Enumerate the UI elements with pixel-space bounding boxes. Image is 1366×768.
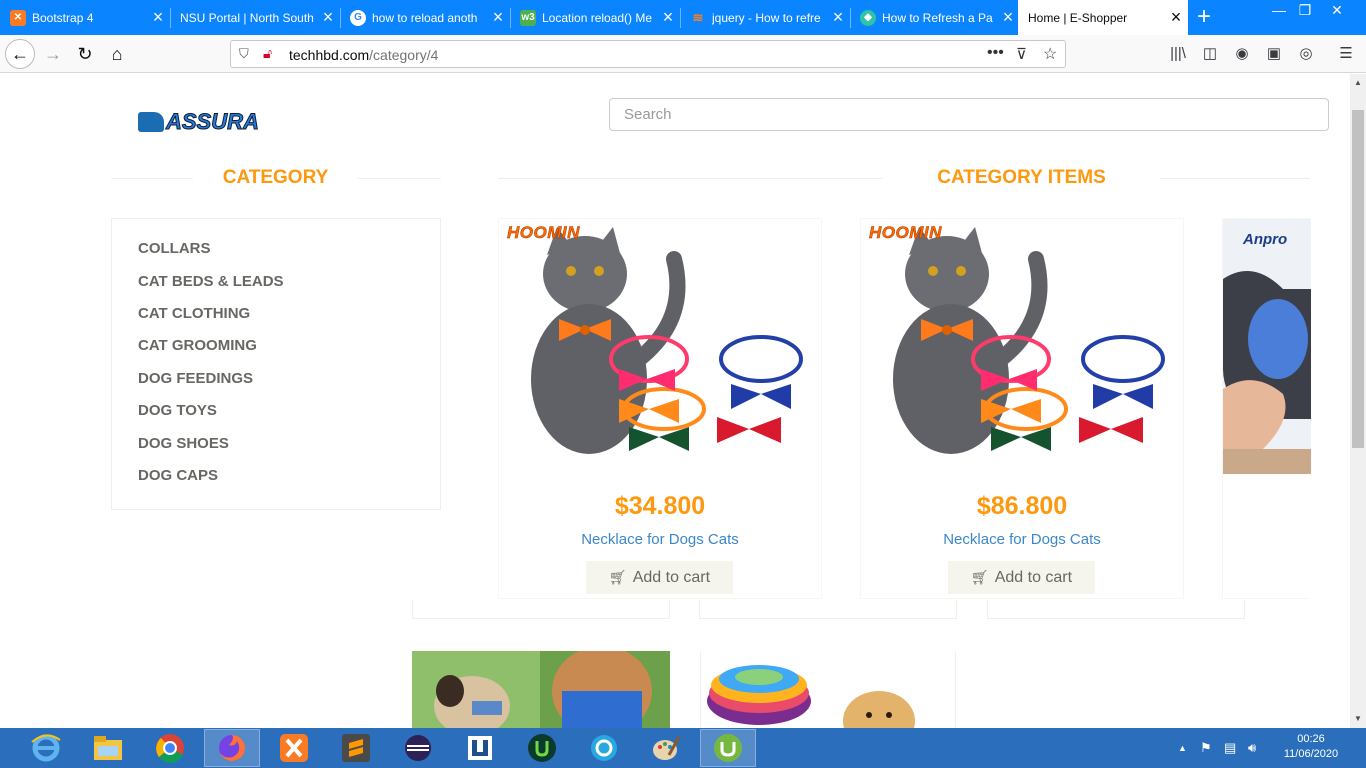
product-image[interactable] (700, 651, 956, 728)
category-dog-toys[interactable]: DOG TOYS (138, 402, 217, 419)
swirl-app-icon[interactable] (576, 729, 632, 767)
scroll-down-icon[interactable]: ▼ (1350, 712, 1366, 726)
upwork-icon[interactable] (514, 729, 570, 767)
page-actions-icon[interactable]: ••• (987, 44, 1004, 62)
browser-nav-bar: ← → ↻ ⌂ ⛉ 🔓︎ techhbd.com/category/4 ••• … (0, 35, 1366, 73)
utorrent-icon[interactable] (700, 729, 756, 767)
bookmark-star-icon[interactable]: ☆ (1043, 44, 1057, 64)
xampp-icon[interactable] (266, 729, 322, 767)
home-button[interactable]: ⌂ (102, 39, 132, 69)
category-dog-caps[interactable]: DOG CAPS (138, 467, 218, 484)
arrow-left-icon: ← (11, 43, 29, 64)
system-clock[interactable]: 00:26 11/06/2020 (1276, 732, 1346, 762)
close-tab-icon[interactable]: × (826, 7, 850, 28)
product-image[interactable] (412, 651, 670, 728)
category-dog-feedings[interactable]: DOG FEEDINGS (138, 370, 253, 387)
windows-taskbar: ▲ ⚑ ▤ 🔊︎ 00:26 11/06/2020 (0, 728, 1366, 768)
action-center-icon[interactable]: ⚑ (1200, 740, 1212, 756)
shopping-cart-icon: 🛒︎ (608, 569, 627, 585)
reload-icon: ↻ (77, 43, 93, 64)
category-collars[interactable]: COLLARS (138, 240, 211, 257)
product-name-link[interactable]: Necklace for Dogs Cats (861, 531, 1183, 548)
shopping-cart-icon: 🛒︎ (970, 569, 989, 585)
google-icon: G (350, 9, 366, 26)
search-input[interactable]: Search (609, 98, 1329, 131)
category-cat-beds-leads[interactable]: CAT BEDS & LEADS (138, 273, 284, 290)
restore-button[interactable]: ❐ (1290, 0, 1320, 22)
scroll-up-icon[interactable]: ▲ (1350, 76, 1366, 90)
sidebar-icon[interactable]: ◫ (1200, 44, 1220, 64)
category-items-heading: CATEGORY ITEMS (937, 167, 1106, 188)
close-tab-icon[interactable]: × (146, 7, 170, 28)
page-viewport: ASSURA Search CATEGORY CATEGORY ITEMS CO… (0, 74, 1350, 728)
bracket-app-icon[interactable] (452, 729, 508, 767)
arrow-right-icon: → (44, 43, 62, 64)
chrome-icon[interactable] (142, 729, 198, 767)
close-window-button[interactable]: ✕ (1322, 0, 1352, 22)
tab-bootstrap[interactable]: ✕ Bootstrap 4 × (0, 0, 170, 35)
product-image[interactable]: HOOMIN (499, 219, 821, 474)
insecure-lock-icon[interactable]: 🔓︎ (263, 45, 272, 62)
account-icon[interactable]: ◉ (1232, 44, 1252, 64)
scroll-thumb[interactable] (1352, 110, 1364, 448)
extension-icon[interactable]: ▣ (1264, 44, 1284, 64)
volume-icon[interactable]: 🔊︎ (1248, 740, 1256, 756)
browser-tab-bar: ✕ Bootstrap 4 × NSU Portal | North South… (0, 0, 1366, 35)
tab-w3schools[interactable]: w3 Location reload() Me × (510, 0, 680, 35)
file-explorer-icon[interactable] (80, 729, 136, 767)
firefox-icon[interactable] (204, 729, 260, 767)
product-price: $86.800 (976, 492, 1068, 520)
home-icon: ⌂ (111, 43, 123, 64)
network-icon[interactable]: ▤ (1224, 740, 1236, 756)
site-logo[interactable]: ASSURA (138, 109, 259, 135)
xampp-icon: ✕ (10, 9, 26, 26)
product-name-link[interactable]: Necklace for Dogs Cats (499, 531, 821, 548)
back-button[interactable]: ← (5, 39, 35, 69)
category-cat-clothing[interactable]: CAT CLOTHING (138, 305, 250, 322)
shield-icon[interactable]: ⛉ (239, 46, 249, 62)
url-text: techhbd.com/category/4 (289, 47, 439, 63)
reload-button[interactable]: ↻ (70, 39, 100, 69)
paint-icon[interactable] (638, 729, 694, 767)
new-tab-button[interactable]: + (1192, 0, 1216, 35)
product-image[interactable]: Anpro (1223, 219, 1311, 474)
forward-button[interactable]: → (38, 39, 68, 69)
globe-icon[interactable]: ◎ (1296, 44, 1316, 64)
product-image[interactable]: HOOMIN (861, 219, 1183, 474)
w3schools-icon: w3 (520, 9, 536, 26)
shield-icon: ◆ (860, 9, 876, 26)
close-tab-icon[interactable]: × (486, 7, 510, 28)
tab-how-to-refresh[interactable]: ◆ How to Refresh a Pa × (850, 0, 1020, 35)
internet-explorer-icon[interactable] (18, 729, 74, 767)
stackoverflow-icon: ≋ (692, 9, 704, 25)
product-card: Anpro (1222, 218, 1311, 599)
menu-icon[interactable]: ☰ (1336, 44, 1356, 64)
category-heading: CATEGORY (222, 167, 329, 188)
tab-eshopper-active[interactable]: Home | E-Shopper × (1018, 0, 1188, 35)
tab-nsu-portal[interactable]: NSU Portal | North South × (170, 0, 340, 35)
close-tab-icon[interactable]: × (1164, 7, 1188, 28)
library-icon[interactable]: |||\ (1168, 44, 1188, 64)
url-bar[interactable]: ⛉ 🔓︎ techhbd.com/category/4 ••• ⊽ ☆ (230, 40, 1066, 68)
add-to-cart-button[interactable]: 🛒︎ Add to cart (586, 561, 733, 594)
category-list: COLLARS CAT BEDS & LEADS CAT CLOTHING CA… (111, 218, 441, 510)
close-tab-icon[interactable]: × (996, 7, 1020, 28)
product-price: $34.800 (614, 492, 706, 520)
category-cat-grooming[interactable]: CAT GROOMING (138, 337, 257, 354)
page-scrollbar[interactable]: ▲ ▼ (1350, 74, 1366, 728)
tray-expand-icon[interactable]: ▲ (1178, 743, 1187, 753)
add-to-cart-button[interactable]: 🛒︎ Add to cart (948, 561, 1095, 594)
product-card: HOOMIN $34.800 Necklace for Dogs Cats 🛒︎… (498, 218, 822, 599)
eclipse-icon[interactable] (390, 729, 446, 767)
sublime-text-icon[interactable] (328, 729, 384, 767)
category-dog-shoes[interactable]: DOG SHOES (138, 435, 229, 452)
logo-mark-icon (138, 112, 164, 132)
pocket-icon[interactable]: ⊽ (1016, 45, 1027, 63)
close-tab-icon[interactable]: × (656, 7, 680, 28)
tab-google-search[interactable]: G how to reload anoth × (340, 0, 510, 35)
product-card: HOOMIN $86.800 Necklace for Dogs Cats 🛒︎… (860, 218, 1184, 599)
close-tab-icon[interactable]: × (316, 7, 340, 28)
tab-stackoverflow[interactable]: ≋ jquery - How to refre × (680, 0, 850, 35)
